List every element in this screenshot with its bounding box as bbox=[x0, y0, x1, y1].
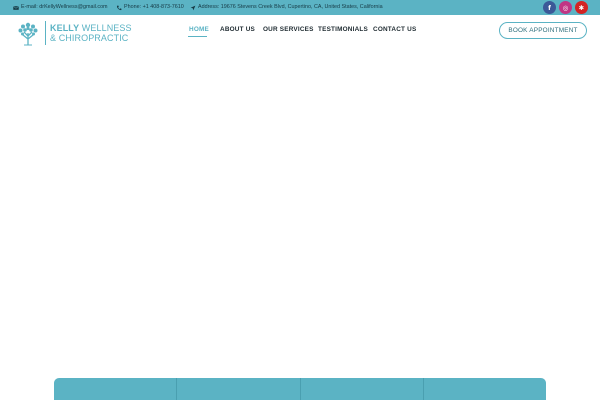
feature-column bbox=[424, 378, 546, 400]
feature-column bbox=[54, 378, 178, 400]
phone-info[interactable]: Phone: +1 408-873-7610 bbox=[116, 0, 184, 15]
top-info-bar: E-mail: drKellyWellness@gmail.com Phone:… bbox=[0, 0, 600, 15]
address-text: Address: 19676 Stevens Creek Blvd, Cuper… bbox=[198, 4, 383, 10]
feature-strip bbox=[54, 378, 546, 400]
nav-home[interactable]: HOME bbox=[189, 26, 209, 33]
logo-brand: KELLY bbox=[50, 23, 80, 33]
feature-column bbox=[177, 378, 301, 400]
feature-column bbox=[301, 378, 424, 400]
logo-text: KELLY WELLNESS & CHIROPRACTIC bbox=[50, 23, 132, 43]
envelope-icon bbox=[13, 5, 19, 10]
email-info[interactable]: E-mail: drKellyWellness@gmail.com bbox=[13, 0, 108, 15]
address-info: Address: 19676 Stevens Creek Blvd, Cuper… bbox=[190, 0, 383, 15]
location-arrow-icon bbox=[190, 5, 196, 10]
instagram-icon[interactable]: ◎ bbox=[559, 1, 572, 14]
nav-active-underline bbox=[188, 36, 207, 37]
email-text: E-mail: drKellyWellness@gmail.com bbox=[21, 4, 108, 10]
nav-our-services[interactable]: OUR SERVICES bbox=[263, 26, 314, 33]
hero-section bbox=[0, 53, 600, 378]
nav-testimonials[interactable]: TESTIMONIALS bbox=[318, 26, 368, 33]
phone-icon bbox=[116, 5, 122, 10]
nav-contact-us[interactable]: CONTACT US bbox=[373, 26, 416, 33]
yelp-icon[interactable]: ✱ bbox=[575, 1, 588, 14]
logo-chiropractic: & CHIROPRACTIC bbox=[50, 33, 129, 43]
logo-divider bbox=[45, 21, 46, 45]
tree-logo-icon bbox=[18, 22, 38, 46]
social-links: f ◎ ✱ bbox=[543, 0, 588, 15]
nav-about-us[interactable]: ABOUT US bbox=[220, 26, 255, 33]
site-logo[interactable]: KELLY WELLNESS & CHIROPRACTIC bbox=[16, 19, 141, 47]
book-appointment-button[interactable]: BOOK APPOINTMENT bbox=[499, 22, 587, 39]
logo-wellness: WELLNESS bbox=[79, 23, 132, 33]
phone-text: Phone: +1 408-873-7610 bbox=[124, 4, 184, 10]
facebook-icon[interactable]: f bbox=[543, 1, 556, 14]
